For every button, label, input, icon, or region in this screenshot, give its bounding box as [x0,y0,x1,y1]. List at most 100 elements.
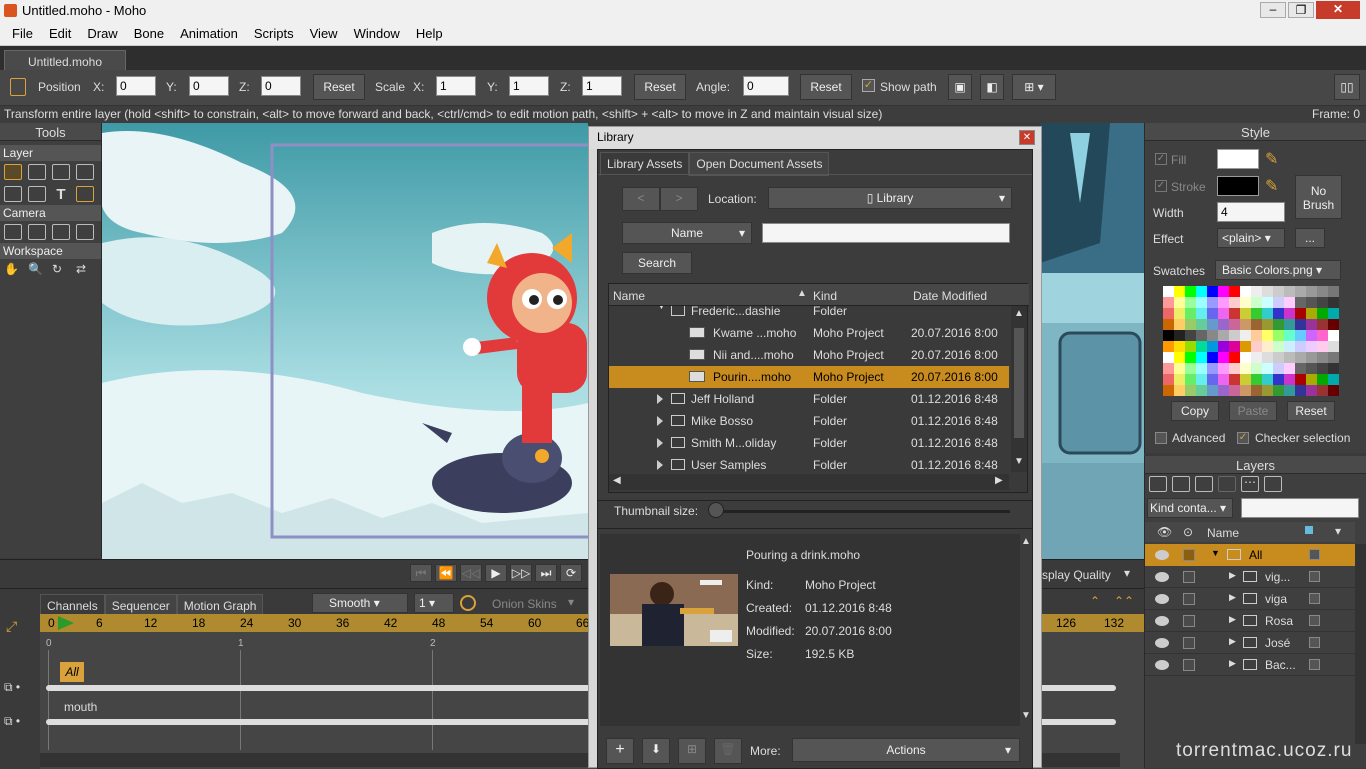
reset-scale-button[interactable]: Reset [634,74,686,100]
back-button[interactable]: < [622,187,660,211]
color-swatch[interactable] [1163,308,1174,319]
color-swatch[interactable] [1273,374,1284,385]
expand-arrow-icon[interactable]: ▶ [1229,614,1236,625]
color-swatch[interactable] [1284,286,1295,297]
color-swatch[interactable] [1174,363,1185,374]
color-swatch[interactable] [1163,297,1174,308]
layer-row[interactable]: ▼ All [1145,544,1355,566]
more-options-icon[interactable]: ⋯ [1241,476,1259,492]
color-swatch[interactable] [1185,352,1196,363]
color-swatch[interactable] [1163,374,1174,385]
color-swatch[interactable] [1273,330,1284,341]
new-layer-icon[interactable] [1149,476,1167,492]
color-swatch[interactable] [1240,297,1251,308]
color-swatch[interactable] [1240,330,1251,341]
color-swatch[interactable] [1306,374,1317,385]
thumbnail-size-slider[interactable] [710,510,1010,513]
library-row[interactable]: Jeff Holland Folder 01.12.2016 8:48 [609,388,1009,410]
expand-arrow-icon[interactable]: ▶ [1229,570,1236,581]
color-swatch[interactable] [1317,319,1328,330]
color-swatch[interactable] [1306,363,1317,374]
angle-field[interactable] [743,76,789,96]
display-quality-label[interactable]: splay Quality [1042,568,1111,582]
color-swatch[interactable] [1273,297,1284,308]
prev-key-button[interactable]: ⏪ [435,564,457,582]
color-swatch[interactable] [1317,330,1328,341]
translate-tool[interactable] [28,164,46,180]
minimize-button[interactable]: – [1260,2,1286,18]
layer-color-box[interactable] [1309,571,1320,582]
options-dropdown[interactable]: ⊞ ▾ [1012,74,1056,100]
library-row[interactable]: ▼ Frederic...dashie Folder [609,306,1009,322]
layer-color-box[interactable] [1309,549,1320,560]
expand-arrow-icon[interactable]: ▶ [1229,592,1236,603]
color-swatch[interactable] [1306,319,1317,330]
color-swatch[interactable] [1174,319,1185,330]
swatch-grid[interactable] [1163,286,1343,396]
stroke-checkbox[interactable]: ✓ [1155,180,1167,192]
color-swatch[interactable] [1229,308,1240,319]
color-swatch[interactable] [1229,363,1240,374]
color-swatch[interactable] [1174,286,1185,297]
library-row[interactable]: Pourin....moho Moho Project 20.07.2016 8:0… [609,366,1009,388]
menu-animation[interactable]: Animation [172,22,246,45]
lock-toggle[interactable] [1183,659,1195,671]
color-swatch[interactable] [1328,352,1339,363]
color-swatch[interactable] [1163,363,1174,374]
color-swatch[interactable] [1240,308,1251,319]
color-swatch[interactable] [1284,374,1295,385]
library-row[interactable]: Mike Bosso Folder 01.12.2016 8:48 [609,410,1009,432]
menu-scripts[interactable]: Scripts [246,22,302,45]
play-button[interactable]: ▶ [485,564,507,582]
width-field[interactable] [1217,202,1285,222]
color-swatch[interactable] [1207,385,1218,396]
color-swatch[interactable] [1295,385,1306,396]
layer-color-box[interactable] [1309,637,1320,648]
color-swatch[interactable] [1174,341,1185,352]
advanced-checkbox[interactable] [1155,432,1167,444]
color-swatch[interactable] [1295,363,1306,374]
layer-row[interactable]: ▶ viga [1145,588,1355,610]
hand-icon[interactable]: ✋ [4,262,22,278]
color-swatch[interactable] [1218,374,1229,385]
color-swatch[interactable] [1185,319,1196,330]
fill-eyedropper-icon[interactable]: ✎ [1265,149,1278,169]
color-swatch[interactable] [1328,363,1339,374]
orbit-icon[interactable]: ⇄ [76,262,94,278]
color-swatch[interactable] [1251,352,1262,363]
color-swatch[interactable] [1328,286,1339,297]
tab-untitled[interactable]: Untitled.moho [4,50,126,72]
color-swatch[interactable] [1273,319,1284,330]
track-mouth-label[interactable]: mouth [64,700,97,714]
delete-asset-button[interactable]: 🗑 [714,738,742,764]
expand-arrow-icon[interactable] [657,460,663,470]
expand-arrow-icon[interactable] [657,394,663,404]
color-swatch[interactable] [1251,308,1262,319]
color-swatch[interactable] [1229,374,1240,385]
color-swatch[interactable] [1163,385,1174,396]
sort-icon[interactable]: ▾ [1335,524,1341,538]
last-frame-button[interactable]: ⏭ [535,564,557,582]
color-swatch[interactable] [1218,363,1229,374]
color-swatch[interactable] [1262,352,1273,363]
eye-icon[interactable] [1155,638,1169,648]
color-swatch[interactable] [1262,308,1273,319]
eye-icon[interactable] [1155,550,1169,560]
color-swatch[interactable] [1207,286,1218,297]
color-swatch[interactable] [1185,330,1196,341]
actions-dropdown[interactable]: Actions ▾ [792,738,1020,762]
color-swatch[interactable] [1262,297,1273,308]
color-swatch[interactable] [1328,341,1339,352]
color-swatch[interactable] [1317,286,1328,297]
color-swatch[interactable] [1196,385,1207,396]
layer-row[interactable]: ▶ José [1145,632,1355,654]
color-swatch[interactable] [1251,297,1262,308]
color-swatch[interactable] [1284,341,1295,352]
color-swatch[interactable] [1218,352,1229,363]
color-swatch[interactable] [1317,341,1328,352]
location-dropdown[interactable]: ▯ Library ▾ [768,187,1012,209]
color-swatch[interactable] [1229,341,1240,352]
color-swatch[interactable] [1240,385,1251,396]
color-swatch[interactable] [1229,286,1240,297]
duplicate-layer-icon[interactable] [1172,476,1190,492]
